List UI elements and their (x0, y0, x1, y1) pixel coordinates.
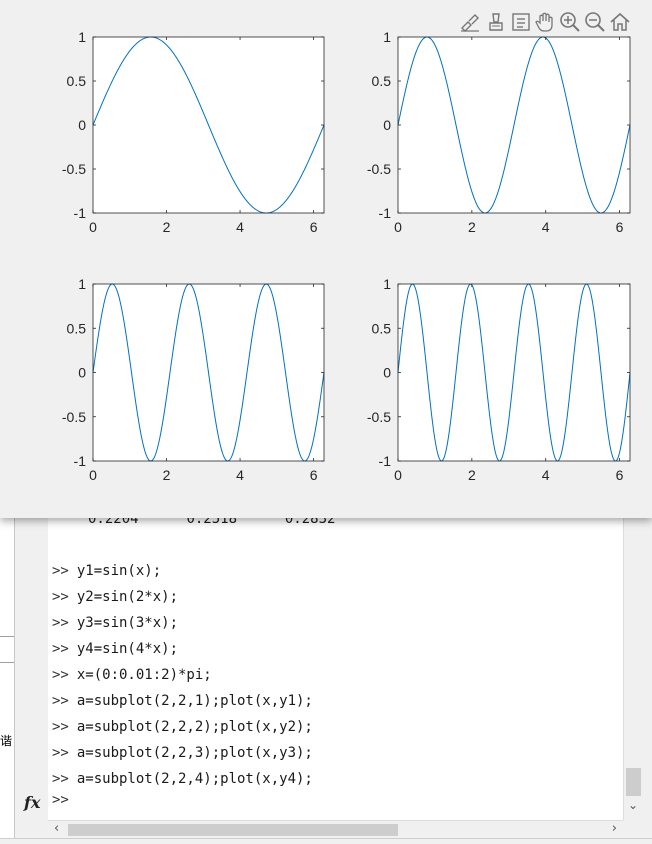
prompt: >> (52, 745, 69, 761)
y-tick-label: 0 (78, 117, 86, 133)
divider (0, 636, 14, 637)
prompt: >> (52, 771, 69, 787)
scroll-down-icon[interactable]: ⌄ (628, 798, 638, 812)
command-code: y2=sin(2*x); (76, 589, 179, 605)
y-tick-label: 0.5 (67, 73, 87, 89)
prompt: >> (52, 693, 69, 709)
y-tick-label: 0 (383, 117, 391, 133)
horizontal-scrollbar[interactable]: ‹ › (48, 820, 623, 839)
command-line: >> y3=sin(3*x); (52, 612, 178, 634)
command-code: a=subplot(2,2,2);plot(x,y2); (76, 719, 313, 735)
prompt: >> (52, 615, 69, 631)
y-tick-label: -1 (74, 453, 87, 469)
fx-icon[interactable]: fx (24, 793, 40, 812)
x-tick-label: 0 (394, 467, 402, 483)
command-gutter (18, 500, 48, 820)
x-tick-label: 4 (542, 219, 550, 235)
command-code: a=subplot(2,2,3);plot(x,y3); (76, 745, 313, 761)
scrollbar-thumb[interactable] (626, 768, 641, 796)
command-code: a=subplot(2,2,4);plot(x,y4); (76, 771, 313, 787)
x-tick-label: 6 (616, 467, 624, 483)
x-tick-label: 6 (310, 467, 318, 483)
y-tick-label: 0 (78, 365, 86, 381)
command-prompt-input[interactable]: >> (52, 792, 69, 808)
truncated-text: 谐 (0, 734, 13, 748)
figure-window: 0 2 4 6 1 0.5 0 -0.5 -1 0 2 4 6 1 0.5 0 -0.5 -1 0 2 4 6 1 0.5 0-… (0, 0, 652, 518)
command-code: y1=sin(x); (76, 563, 162, 579)
scroll-left-icon[interactable]: ‹ (54, 821, 59, 836)
command-line: >> a=subplot(2,2,2);plot(x,y2); (52, 716, 313, 738)
x-tick-label: 6 (616, 219, 624, 235)
prompt: >> (52, 563, 69, 579)
y-tick-label: -1 (379, 453, 392, 469)
x-tick-label: 4 (542, 467, 550, 483)
status-bar (0, 838, 652, 844)
y-tick-label: 1 (383, 29, 391, 45)
y-tick-label: 1 (78, 29, 86, 45)
x-tick-label: 4 (236, 219, 244, 235)
command-line: >> y2=sin(2*x); (52, 586, 178, 608)
subplot-2: 0 2 4 6 1 0.5 0 -0.5 -1 (367, 29, 631, 235)
y-tick-label: 0.5 (372, 73, 392, 89)
y-tick-label: -0.5 (367, 409, 391, 425)
command-line: >> x=(0:0.01:2)*pi; (52, 664, 212, 686)
x-tick-label: 0 (89, 219, 97, 235)
command-line: >> a=subplot(2,2,4);plot(x,y4); (52, 768, 313, 790)
command-code: x=(0:0.01:2)*pi; (76, 667, 212, 683)
x-tick-label: 0 (394, 219, 402, 235)
x-tick-label: 2 (163, 467, 171, 483)
x-tick-label: 2 (468, 219, 476, 235)
scroll-right-icon[interactable]: › (612, 821, 617, 836)
divider (0, 662, 14, 663)
x-tick-label: 2 (163, 219, 171, 235)
prompt: >> (52, 719, 69, 735)
command-code: y4=sin(4*x); (76, 641, 179, 657)
y-tick-label: -0.5 (367, 161, 391, 177)
subplot-3: 0 2 4 6 1 0.5 0 -0.5 -1 (62, 276, 325, 483)
command-line: >> a=subplot(2,2,1);plot(x,y1); (52, 690, 313, 712)
subplot-canvas: 0 2 4 610.50-0.5-10 2 4 610.50-0.5-10 2 4 610.50-… (62, 29, 631, 483)
y-tick-label: 1 (78, 276, 86, 292)
subplot-4: 0 2 4 6 1 0.5 0 -0.5 -1 (367, 276, 631, 483)
y-tick-label: 0.5 (67, 320, 87, 336)
x-tick-label: 0 (89, 467, 97, 483)
y-tick-label: 0 (383, 365, 391, 381)
y-tick-label: -0.5 (62, 161, 86, 177)
y-tick-label: 1 (383, 276, 391, 292)
command-code: a=subplot(2,2,1);plot(x,y1); (76, 693, 313, 709)
x-tick-label: 2 (468, 467, 476, 483)
y-tick-label: 0.5 (372, 320, 392, 336)
x-tick-label: 4 (236, 467, 244, 483)
scrollbar-thumb[interactable] (68, 824, 398, 836)
command-code: y3=sin(3*x); (76, 615, 179, 631)
x-tick-label: 6 (310, 219, 318, 235)
command-line: >> y1=sin(x); (52, 560, 161, 582)
vertical-scrollbar[interactable]: ⌄ (623, 500, 643, 820)
prompt: >> (52, 589, 69, 605)
prompt: >> (52, 667, 69, 683)
y-tick-label: -1 (74, 205, 87, 221)
command-line: >> y4=sin(4*x); (52, 638, 178, 660)
command-line: >> a=subplot(2,2,3);plot(x,y3); (52, 742, 313, 764)
prompt: >> (52, 641, 69, 657)
y-tick-label: -1 (379, 205, 392, 221)
y-tick-label: -0.5 (62, 409, 86, 425)
subplot-1: 0 2 4 6 1 0.5 0 -0.5 -1 (62, 29, 325, 235)
